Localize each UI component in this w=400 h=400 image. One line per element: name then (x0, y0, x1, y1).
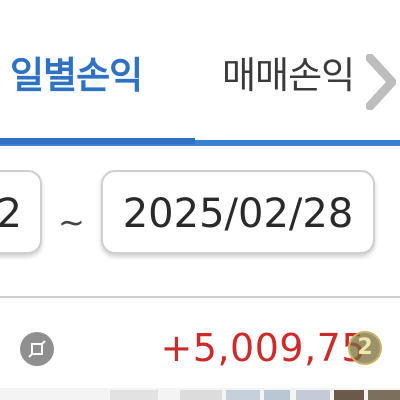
tab-daily-pnl[interactable]: 일별손익 (10, 54, 143, 98)
tab-bar: 일별손익 매매손익 (0, 0, 400, 146)
thumbnail[interactable] (368, 390, 400, 400)
floating-toggle-button[interactable] (20, 332, 54, 366)
date-range-separator: ~ (58, 203, 85, 241)
thumbnail[interactable] (180, 390, 222, 400)
resize-icon (28, 340, 46, 358)
thumbnail-strip (0, 388, 400, 400)
tab-trade-pnl[interactable]: 매매손익 (222, 54, 355, 98)
end-date-field[interactable]: 2025/02/28 (101, 170, 375, 254)
total-profit-value: +5,009,75 (160, 326, 366, 370)
thumbnail[interactable] (226, 390, 260, 400)
thumbnail[interactable] (296, 390, 330, 400)
profit-summary: +5,009,75 2 (0, 298, 400, 388)
thumbnail[interactable] (334, 390, 364, 400)
thumbnail[interactable] (110, 390, 158, 400)
start-date-field[interactable]: 2 (0, 170, 42, 254)
thumbnail[interactable] (264, 390, 290, 400)
tab-scroll-next-button[interactable] (360, 50, 400, 120)
overlay-badge[interactable]: 2 (348, 331, 382, 365)
chevron-right-icon (366, 54, 396, 110)
date-range-selector: 2 ~ 2025/02/28 (0, 146, 400, 296)
tab-active-indicator (0, 138, 195, 144)
